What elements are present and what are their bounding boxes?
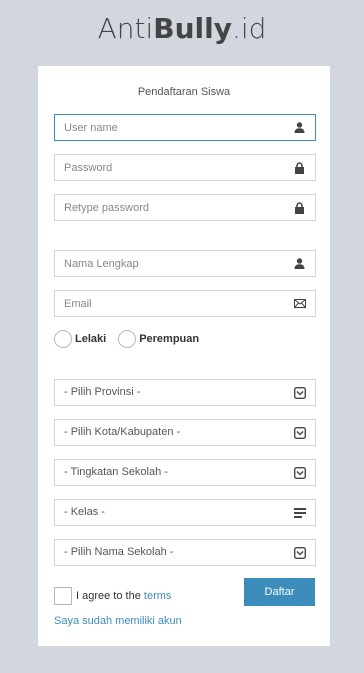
email-field <box>54 290 316 317</box>
city-value: - Pilih Kota/Kabupaten - <box>64 426 181 438</box>
school-level-value: - Tingkatan Sekolah - <box>64 466 168 478</box>
registration-box: Pendaftaran Siswa Lelaki Perempua <box>38 66 330 646</box>
list-icon <box>293 506 306 519</box>
female-label: Perempuan <box>139 333 200 345</box>
terms-link[interactable]: terms <box>144 590 172 602</box>
gender-group: Lelaki Perempuan <box>54 330 211 348</box>
full-name-field <box>54 250 316 277</box>
full-name-input[interactable] <box>55 251 280 276</box>
username-field <box>54 114 316 141</box>
select-icon <box>293 426 306 439</box>
city-select[interactable]: - Pilih Kota/Kabupaten - <box>54 419 316 446</box>
submit-button[interactable]: Daftar <box>244 578 315 606</box>
agree-label: I agree to the terms <box>76 590 171 602</box>
select-icon <box>293 386 306 399</box>
agree-terms: I agree to the terms <box>54 587 171 605</box>
logo-prefix: Anti <box>97 12 154 45</box>
school-level-select[interactable]: - Tingkatan Sekolah - <box>54 459 316 486</box>
user-icon <box>293 121 306 134</box>
male-radio[interactable] <box>54 330 72 348</box>
lock-icon <box>293 201 306 214</box>
school-name-value: - Pilih Nama Sekolah - <box>64 546 174 558</box>
lock-icon <box>293 161 306 174</box>
logo-suffix: .id <box>231 12 267 45</box>
logo: AntiBully.id <box>0 12 364 45</box>
password-field <box>54 154 316 181</box>
user-icon <box>293 257 306 270</box>
female-radio[interactable] <box>118 330 137 348</box>
province-select[interactable]: - Pilih Provinsi - <box>54 379 316 406</box>
grade-select[interactable]: - Kelas - <box>54 499 316 526</box>
form-title: Pendaftaran Siswa <box>137 86 231 98</box>
select-icon <box>293 546 306 559</box>
select-icon <box>293 466 306 479</box>
agree-checkbox[interactable] <box>54 587 72 605</box>
agree-prefix: I agree to the <box>76 590 144 602</box>
school-name-select[interactable]: - Pilih Nama Sekolah - <box>54 539 316 566</box>
password-input[interactable] <box>55 155 280 180</box>
male-label: Lelaki <box>75 333 107 345</box>
retype-password-field <box>54 194 316 221</box>
grade-value: - Kelas - <box>64 506 105 518</box>
username-input[interactable] <box>55 115 280 140</box>
envelope-icon <box>293 297 306 310</box>
province-value: - Pilih Provinsi - <box>64 386 141 398</box>
login-link[interactable]: Saya sudah memiliki akun <box>54 615 182 627</box>
logo-bold: Bully <box>153 12 232 45</box>
retype-password-input[interactable] <box>55 195 280 220</box>
email-input[interactable] <box>55 291 280 316</box>
